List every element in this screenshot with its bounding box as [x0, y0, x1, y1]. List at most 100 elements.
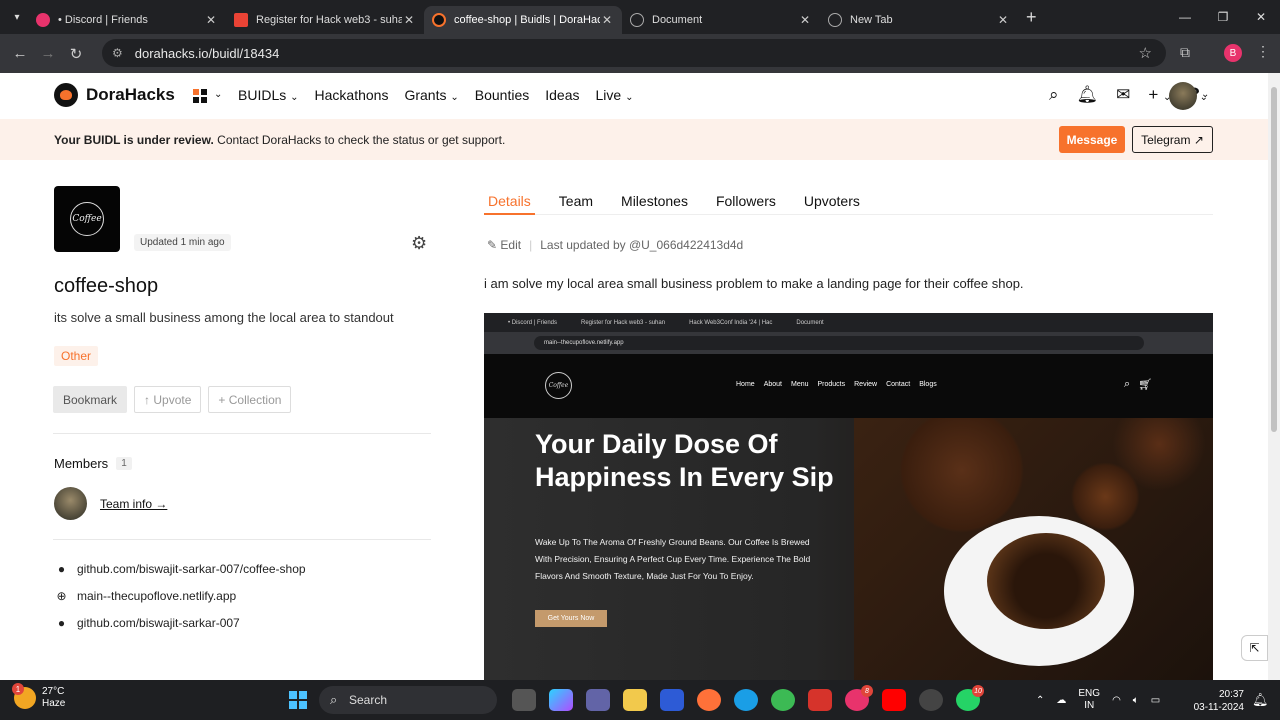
tab-followers[interactable]: Followers [712, 193, 780, 215]
team-info-link[interactable]: Team info → [100, 497, 167, 511]
tab-details[interactable]: Details [484, 193, 535, 215]
new-tab-button[interactable]: + [1026, 7, 1037, 28]
add-menu-icon[interactable]: + ⌄ [1148, 85, 1171, 105]
close-icon[interactable]: ✕ [600, 13, 614, 27]
tab-title: • Discord | Friends [58, 14, 148, 26]
github-profile-link[interactable]: ● github.com/biswajit-sarkar-007 [54, 615, 240, 630]
tab-document[interactable]: Document ✕ [622, 6, 820, 34]
whatsapp-badge: 10 [972, 685, 984, 697]
tab-upvoters[interactable]: Upvoters [800, 193, 864, 215]
browser-tab-strip: ▾ • Discord | Friends ✕ Register for Hack… [0, 0, 1280, 34]
tab-search-button[interactable]: ▾ [6, 6, 28, 28]
nav-grants[interactable]: Grants ⌄ [404, 87, 458, 103]
back-icon[interactable]: ← [6, 45, 34, 62]
search-icon[interactable]: ⌕ [1049, 85, 1059, 105]
mail-icon[interactable]: ✉ [1116, 85, 1130, 105]
windows-start-icon[interactable] [289, 691, 307, 709]
close-icon[interactable]: ✕ [996, 13, 1010, 27]
mysql-icon[interactable] [660, 689, 684, 711]
firefox-icon[interactable] [697, 689, 721, 711]
embedded-screenshot: • Discord | Friends Register for Hack we… [484, 313, 1213, 680]
tab-team[interactable]: Team [555, 193, 597, 215]
page-scrollbar[interactable] [1268, 73, 1280, 680]
menu-icon[interactable]: ⋮ [1256, 43, 1270, 60]
tab-dorahacks[interactable]: coffee-shop | Buidls | DoraHack ✕ [424, 6, 622, 34]
nav-bounties[interactable]: Bounties [475, 87, 529, 103]
tab-discord[interactable]: • Discord | Friends ✕ [28, 6, 226, 34]
task-view-icon[interactable] [512, 689, 536, 711]
tab-gmail[interactable]: Register for Hack web3 - suhan ✕ [226, 6, 424, 34]
hero-headline: Your Daily Dose Of Happiness In Every Si… [535, 429, 834, 492]
upvote-button[interactable]: ↑ Upvote [134, 386, 202, 413]
youtube-icon[interactable] [882, 689, 906, 711]
chrome-icon[interactable]: 8 [845, 685, 873, 711]
nav-ideas[interactable]: Ideas [545, 87, 579, 103]
brave-icon[interactable] [808, 689, 832, 711]
dorahacks-logo[interactable]: DoraHacks [54, 83, 175, 107]
chatgpt-icon[interactable] [919, 689, 943, 711]
close-window-icon[interactable]: ✕ [1242, 0, 1280, 34]
battery-icon[interactable]: ▭ [1151, 695, 1160, 706]
volume-icon[interactable]: 🔈︎ [1133, 695, 1139, 706]
telegram-button[interactable]: Telegram ↗ [1132, 126, 1213, 153]
link-text: github.com/biswajit-sarkar-007/coffee-sh… [77, 561, 306, 576]
notification-bell-icon[interactable]: 🔔︎ [1077, 85, 1099, 105]
bookmark-button[interactable]: Bookmark [53, 386, 128, 413]
chevron-down-icon[interactable]: ⌄ [214, 89, 222, 100]
notification-center-icon[interactable]: 🔔︎ [1252, 692, 1269, 708]
copilot-icon[interactable] [549, 689, 573, 711]
category-tag[interactable]: Other [54, 346, 99, 366]
tab-milestones[interactable]: Milestones [617, 193, 692, 215]
reload-icon[interactable]: ↻ [62, 45, 90, 63]
site-info-icon[interactable]: ⚙ [112, 46, 123, 60]
nav-hackathons[interactable]: Hackathons [315, 87, 389, 103]
forward-icon[interactable]: → [34, 45, 62, 62]
address-bar[interactable]: ⚙ dorahacks.io/buidl/18434 ☆ [102, 39, 1166, 67]
tray-overflow-icon[interactable]: ⌃ [1036, 695, 1044, 706]
taskbar-search[interactable]: ⌕ Search [319, 686, 497, 714]
language-indicator[interactable]: ENG IN [1078, 688, 1100, 712]
project-logo: Coffee [54, 186, 120, 252]
edge-icon[interactable] [734, 689, 758, 711]
profile-avatar[interactable]: B [1224, 44, 1242, 62]
restore-icon[interactable]: ❐ [1204, 0, 1242, 34]
chevron-down-icon: ⌄ [450, 92, 459, 103]
taskbar-apps: 8 10 [512, 685, 984, 711]
tab-newtab[interactable]: New Tab ✕ [820, 6, 1018, 34]
chat-app-icon[interactable] [771, 689, 795, 711]
close-icon[interactable]: ✕ [204, 13, 218, 27]
weather-widget[interactable]: 1 27°C Haze [12, 683, 65, 710]
share-icon[interactable]: ⇱ [1241, 635, 1268, 661]
nav-live[interactable]: Live ⌄ [595, 87, 633, 103]
minimize-icon[interactable]: — [1166, 0, 1204, 34]
wifi-icon[interactable]: ◠ [1112, 695, 1121, 706]
file-explorer-icon[interactable] [623, 689, 647, 711]
clock[interactable]: 20:37 03-11-2024 [1190, 688, 1244, 714]
chevron-down-icon[interactable]: ⌄ [1201, 89, 1209, 100]
teams-icon[interactable] [586, 689, 610, 711]
coffee-surface [987, 533, 1105, 629]
edit-button[interactable]: ✎ Edit [487, 238, 521, 252]
whatsapp-icon[interactable]: 10 [956, 685, 984, 711]
close-icon[interactable]: ✕ [402, 13, 416, 27]
message-button[interactable]: Message [1059, 126, 1125, 153]
user-avatar[interactable] [1169, 82, 1197, 110]
member-avatar[interactable] [54, 487, 87, 520]
collection-button[interactable]: + Collection [208, 386, 292, 413]
github-repo-link[interactable]: ● github.com/biswajit-sarkar-007/coffee-s… [54, 561, 306, 576]
screenshot-menu-item: Review [854, 381, 878, 388]
screenshot-menu-item: Blogs [919, 381, 937, 388]
bookmark-star-icon[interactable]: ☆ [1139, 44, 1152, 62]
apps-grid-icon[interactable] [193, 89, 207, 103]
main-nav: BUIDLs ⌄ Hackathons Grants ⌄ Bounties Id… [238, 87, 633, 103]
settings-gear-icon[interactable]: ⚙ [411, 233, 427, 254]
banner-text: Your BUIDL is under review. Contact Dora… [54, 133, 505, 147]
scrollbar-thumb[interactable] [1271, 87, 1277, 432]
tray-app-icon[interactable]: ☁ [1056, 695, 1066, 706]
project-subtitle: its solve a small business among the loc… [54, 310, 394, 325]
screenshot-site-header: Coffee Home About Menu Products Review C… [484, 354, 1213, 418]
extensions-icon[interactable]: ⧉ [1180, 44, 1190, 61]
website-link[interactable]: ⊕ main--thecupoflove.netlify.app [54, 588, 236, 603]
nav-buidls[interactable]: BUIDLs ⌄ [238, 87, 299, 103]
close-icon[interactable]: ✕ [798, 13, 812, 27]
